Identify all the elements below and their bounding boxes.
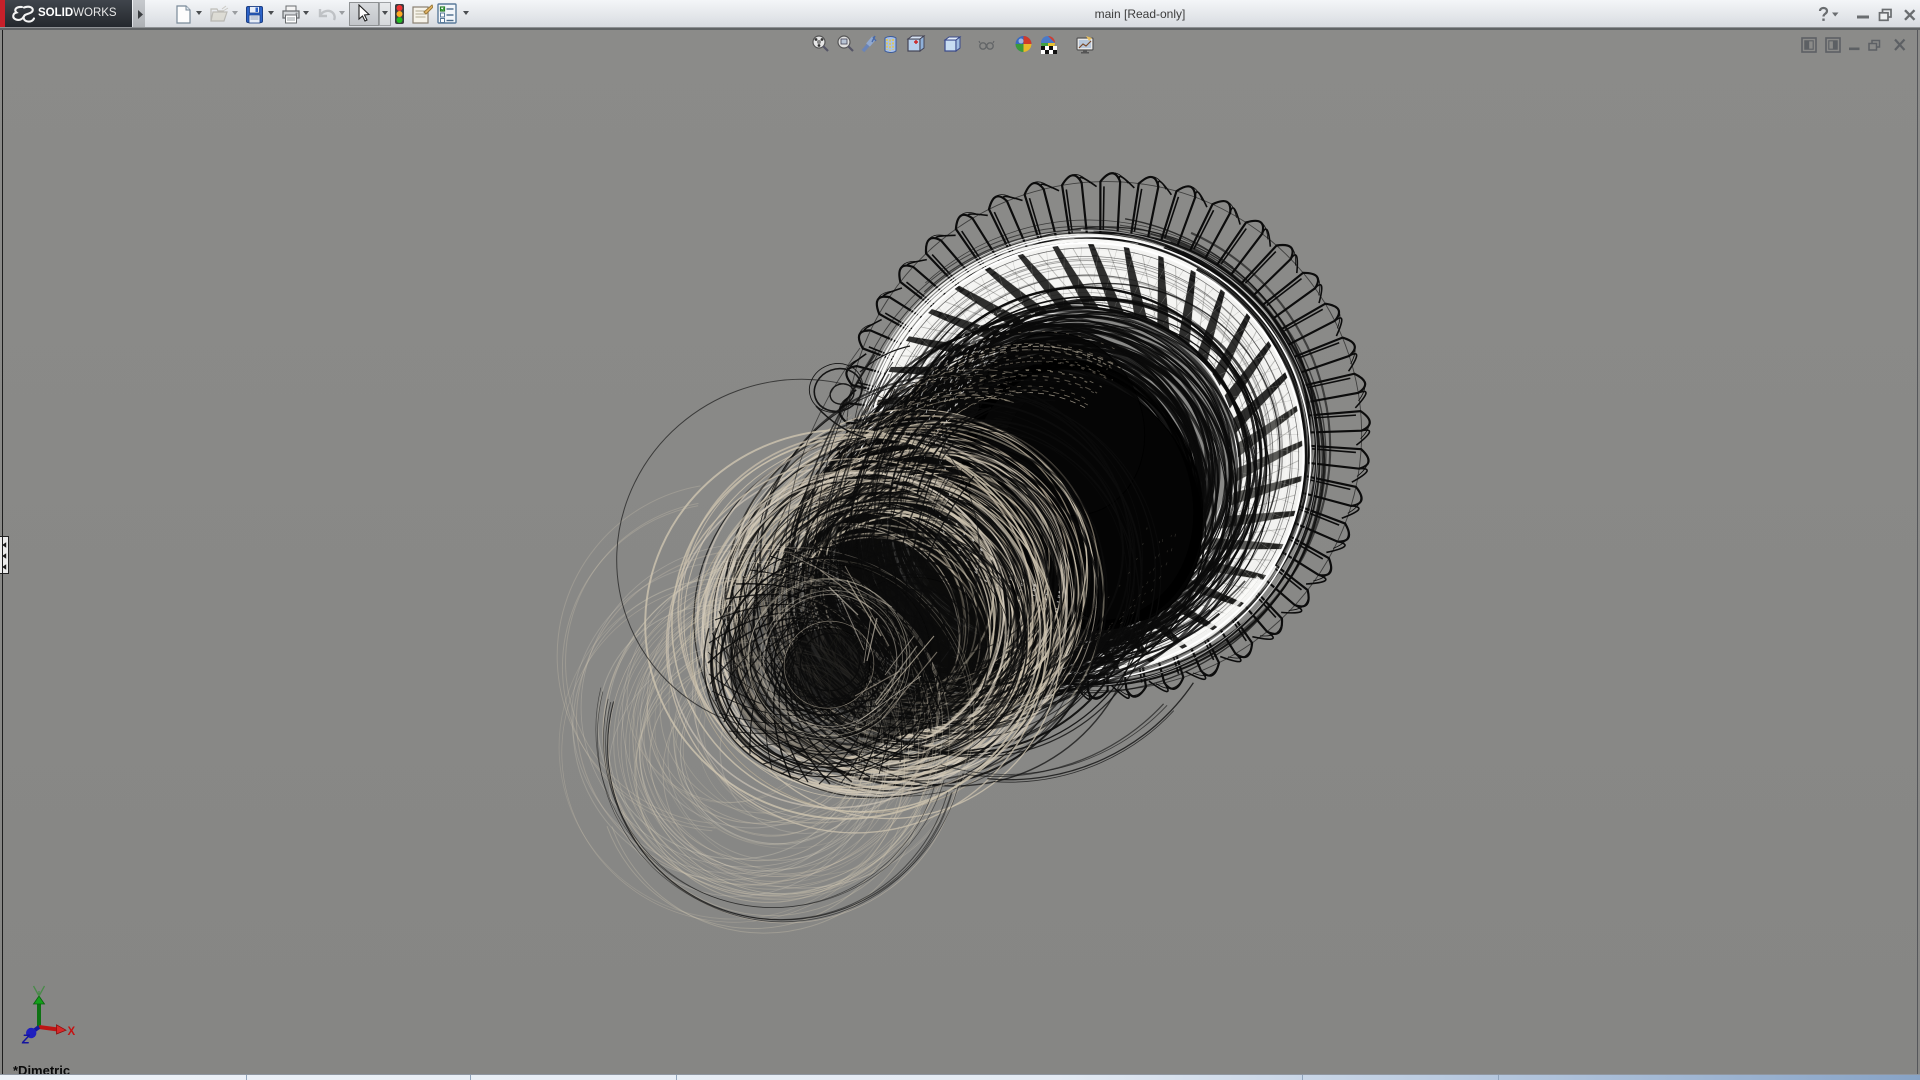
svg-text:Z: Z (21, 1033, 31, 1047)
svg-text:X: X (68, 1026, 76, 1038)
